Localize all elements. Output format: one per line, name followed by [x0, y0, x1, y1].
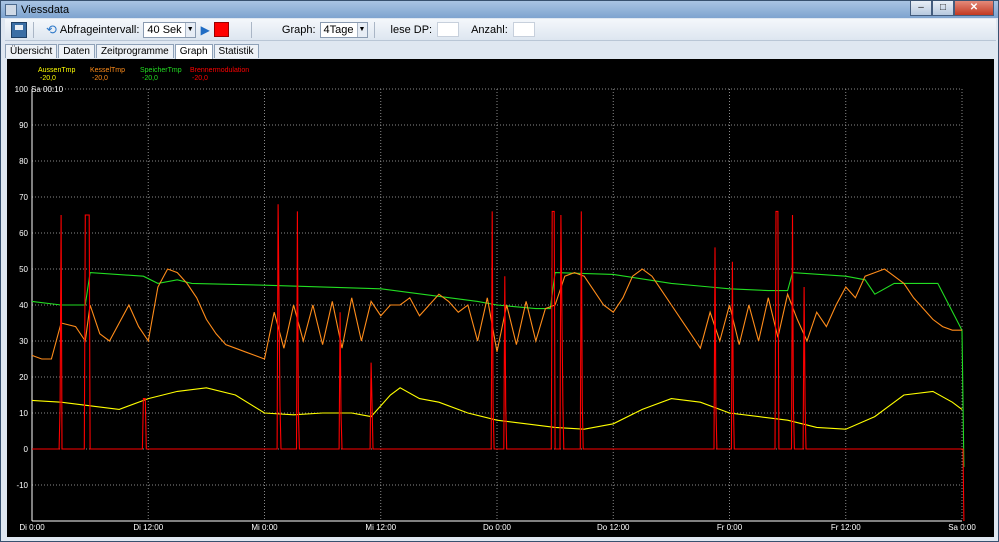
x-tick-label: Di 12:00	[133, 523, 163, 532]
tab-statistics[interactable]: Statistik	[213, 44, 259, 58]
series-line-speichertmp	[31, 272, 965, 468]
interval-label: Abfrageintervall:	[59, 23, 140, 36]
graph-label: Graph:	[281, 23, 316, 36]
chevron-down-icon[interactable]: ▼	[356, 22, 367, 37]
chart-panel[interactable]: 100 90 80 70 60 50 40 30 20 10 0 -10 Di 0:00 Di 12:00…	[7, 59, 994, 537]
maximize-button[interactable]: □	[932, 1, 954, 16]
app-icon	[5, 3, 17, 16]
y-tick-label: 50	[19, 265, 28, 274]
play-icon[interactable]: ▶	[201, 23, 210, 37]
tab-overview[interactable]: Übersicht	[5, 44, 58, 58]
y-tick-label: 20	[19, 373, 28, 382]
tab-schedules[interactable]: Zeitprogramme	[95, 44, 174, 58]
read-dp-label: lese DP:	[390, 23, 433, 36]
x-tick-label: Mi 0:00	[251, 523, 278, 532]
toolbar-separator	[250, 21, 252, 38]
main-window: Viessdata – □ ✕ ⟲ Abfrageintervall: 40 S…	[0, 0, 999, 542]
y-tick-label: 60	[19, 229, 28, 238]
title-bar[interactable]: Viessdata – □ ✕	[1, 1, 998, 18]
interval-value: 40 Sek	[147, 23, 182, 36]
legend-value: -20,0	[192, 75, 208, 82]
y-tick-label: 10	[19, 409, 28, 418]
y-tick-label: 0	[24, 445, 29, 454]
graph-select[interactable]: 4Tage ▼	[319, 21, 368, 38]
window-title: Viessdata	[21, 3, 70, 16]
legend-value: -20,0	[142, 75, 158, 82]
toolbar-separator	[33, 21, 34, 38]
tab-bar: Übersicht Daten Zeitprogramme Graph Stat…	[5, 44, 260, 59]
stop-button[interactable]	[213, 22, 229, 37]
legend-label: Brennermodulation	[190, 67, 249, 74]
legend-label: SpeicherTmp	[140, 67, 182, 74]
chevron-down-icon[interactable]: ▼	[184, 22, 195, 37]
x-tick-label: Di 0:00	[19, 523, 45, 532]
tab-data[interactable]: Daten	[58, 44, 95, 58]
x-tick-label: Sa 0:00	[948, 523, 976, 532]
refresh-icon[interactable]: ⟲	[46, 22, 57, 38]
y-tick-label: -10	[16, 481, 28, 490]
save-icon[interactable]	[11, 21, 27, 38]
y-tick-label: 40	[19, 301, 28, 310]
x-tick-label: Fr 12:00	[831, 523, 861, 532]
x-tick-label: Mi 12:00	[365, 523, 396, 532]
series-line-brennermodulation	[32, 204, 965, 522]
graph-value: 4Tage	[323, 23, 354, 36]
y-tick-label: 70	[19, 193, 28, 202]
toolbar-separator	[373, 21, 375, 38]
legend-value: -20,0	[40, 75, 56, 82]
y-tick-label: 80	[19, 157, 28, 166]
y-tick-label: 100	[15, 85, 29, 94]
interval-select[interactable]: 40 Sek ▼	[143, 21, 196, 38]
legend-label: KesselTmp	[90, 67, 125, 74]
x-tick-label: Fr 0:00	[717, 523, 743, 532]
legend-value: -20,0	[92, 75, 108, 82]
x-tick-label: Do 12:00	[597, 523, 630, 532]
temperature-chart[interactable]: 1009080706050403020100-10Di 0:00 Di 12:00…	[7, 59, 994, 537]
tab-graph[interactable]: Graph	[174, 44, 213, 59]
y-tick-label: 30	[19, 337, 28, 346]
count-label: Anzahl:	[471, 23, 508, 36]
x-tick-label: Do 0:00	[483, 523, 512, 532]
minimize-button[interactable]: –	[910, 1, 932, 16]
y-tick-label: 90	[19, 121, 28, 130]
close-button[interactable]: ✕	[954, 1, 994, 16]
count-field[interactable]	[512, 22, 535, 37]
window-controls: – □ ✕	[910, 1, 994, 16]
cursor-time-label: Sa 00:10	[31, 85, 64, 94]
legend-label: AussenTmp	[38, 67, 75, 74]
toolbar: ⟲ Abfrageintervall: 40 Sek ▼ ▶ Graph: 4T…	[5, 19, 996, 41]
read-dp-field[interactable]	[437, 22, 460, 37]
